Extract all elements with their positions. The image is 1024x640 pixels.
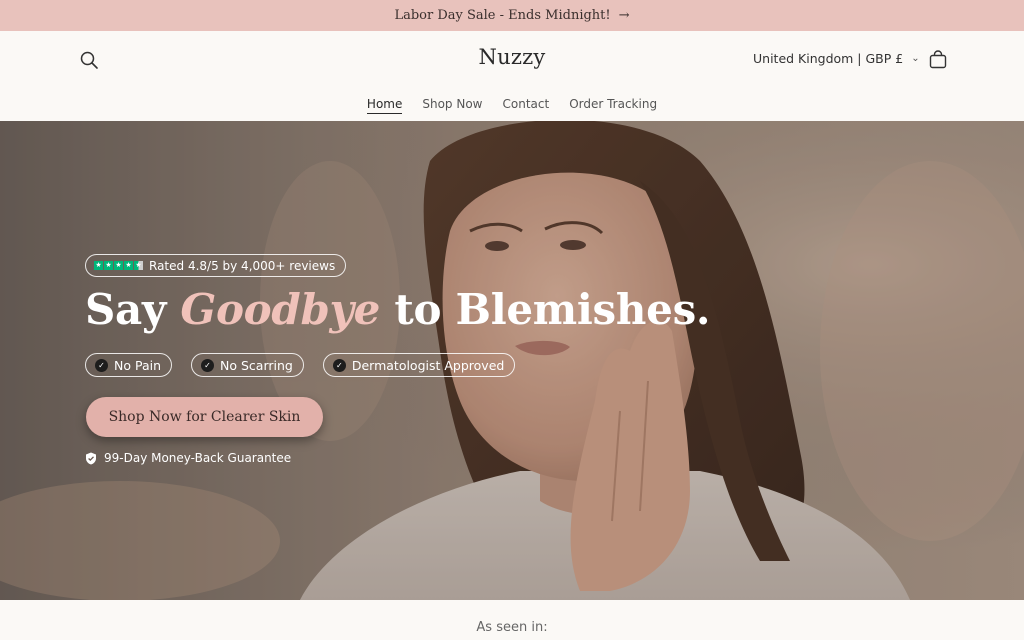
nav-item-order-tracking[interactable]: Order Tracking: [569, 97, 657, 114]
nav-item-shop-now[interactable]: Shop Now: [422, 97, 482, 114]
badge-label: Dermatologist Approved: [351, 357, 505, 373]
locale-selector[interactable]: United Kingdom | GBP £ ⌄: [753, 51, 920, 66]
star-icon: ★: [124, 261, 133, 270]
announcement-text: Labor Day Sale - Ends Midnight!: [394, 8, 611, 23]
feature-badges: ✓ No Pain ✓ No Scarring ✓ Dermatologist …: [85, 353, 516, 377]
star-half-icon: ★: [134, 261, 143, 270]
chevron-down-icon: ⌄: [911, 53, 920, 64]
shop-now-button[interactable]: Shop Now for Clearer Skin: [86, 397, 323, 437]
cart-icon: [929, 50, 947, 69]
as-seen-in-label: As seen in:: [476, 620, 548, 635]
announcement-bar[interactable]: Labor Day Sale - Ends Midnight! →: [0, 0, 1024, 31]
hero-headline: Say Goodbye to Blemishes.: [85, 285, 711, 334]
arrow-right-icon: →: [618, 8, 630, 23]
hero-banner: ★ ★ ★ ★ ★ Rated 4.8/5 by 4,000+ reviews …: [0, 121, 1024, 600]
nav-item-contact[interactable]: Contact: [503, 97, 550, 114]
headline-highlight: Goodbye: [180, 285, 381, 334]
badge-no-scarring: ✓ No Scarring: [191, 353, 304, 377]
badge-dermatologist-approved: ✓ Dermatologist Approved: [322, 353, 516, 377]
check-badge-icon: ✓: [201, 358, 215, 372]
badge-no-pain: ✓ No Pain: [85, 353, 173, 377]
star-icon: ★: [114, 261, 123, 270]
check-badge-icon: ✓: [332, 358, 346, 372]
cart-button[interactable]: [927, 49, 949, 71]
guarantee-note: 99-Day Money-Back Guarantee: [85, 451, 291, 465]
badge-label: No Scarring: [220, 357, 293, 373]
star-icon: ★: [94, 261, 103, 270]
rating-stars: ★ ★ ★ ★ ★: [94, 261, 143, 270]
star-icon: ★: [104, 261, 113, 270]
rating-badge: ★ ★ ★ ★ ★ Rated 4.8/5 by 4,000+ reviews: [85, 254, 347, 277]
rating-text: Rated 4.8/5 by 4,000+ reviews: [149, 258, 336, 273]
shield-check-icon: [86, 452, 96, 464]
headline-post: to Blemishes.: [380, 285, 711, 334]
main-nav: Home Shop Now Contact Order Tracking: [0, 97, 1024, 114]
check-badge-icon: ✓: [95, 358, 108, 372]
site-header: Nuzzy United Kingdom | GBP £ ⌄ Home Shop…: [0, 31, 1024, 121]
guarantee-text: 99-Day Money-Back Guarantee: [104, 451, 292, 465]
headline-pre: Say: [85, 285, 181, 334]
locale-label: United Kingdom | GBP £: [753, 51, 904, 66]
badge-label: No Pain: [114, 357, 162, 373]
nav-item-home[interactable]: Home: [366, 97, 403, 114]
